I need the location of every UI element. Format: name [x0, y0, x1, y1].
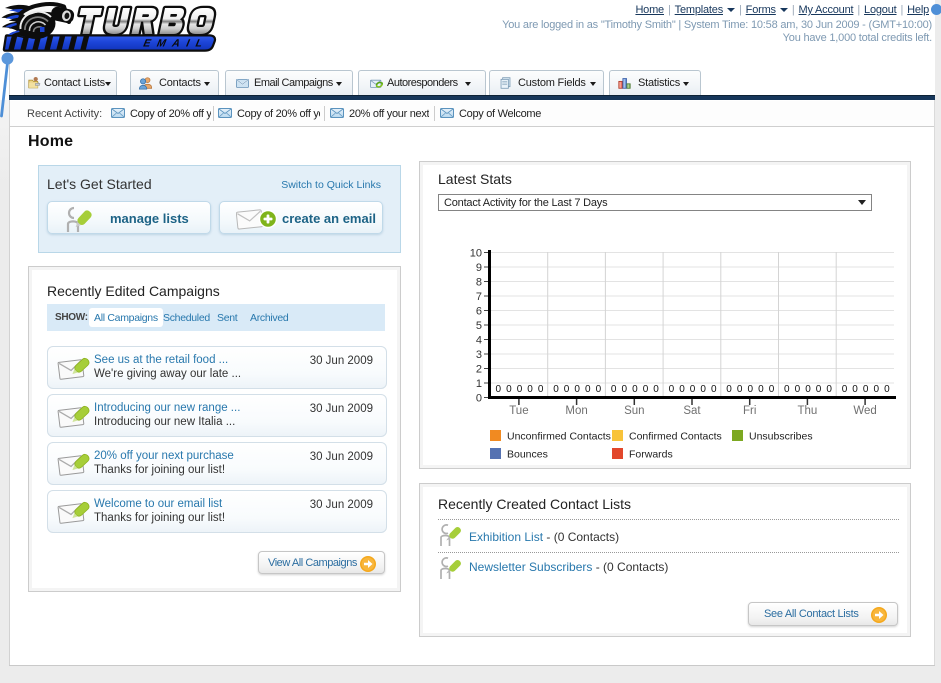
svg-text:0: 0 — [737, 384, 743, 395]
svg-text:1: 1 — [476, 378, 482, 390]
svg-text:0: 0 — [795, 384, 801, 395]
svg-text:0: 0 — [517, 384, 523, 395]
svg-text:0: 0 — [805, 384, 811, 395]
svg-text:0: 0 — [564, 384, 570, 395]
svg-text:0: 0 — [711, 384, 717, 395]
svg-text:0: 0 — [748, 384, 754, 395]
svg-text:0: 0 — [622, 384, 628, 395]
svg-text:0: 0 — [585, 384, 591, 395]
svg-text:8: 8 — [476, 277, 482, 289]
svg-text:9: 9 — [476, 262, 482, 274]
svg-text:Fri: Fri — [743, 405, 756, 417]
svg-text:5: 5 — [476, 320, 482, 332]
svg-text:0: 0 — [690, 384, 696, 395]
svg-text:0: 0 — [506, 384, 512, 395]
svg-text:7: 7 — [476, 291, 482, 303]
svg-text:0: 0 — [496, 384, 502, 395]
svg-text:0: 0 — [769, 384, 775, 395]
svg-text:Bounces: Bounces — [507, 449, 548, 461]
svg-text:0: 0 — [669, 384, 675, 395]
svg-text:0: 0 — [758, 384, 764, 395]
svg-text:0: 0 — [842, 384, 848, 395]
svg-text:0: 0 — [653, 384, 659, 395]
svg-text:0: 0 — [596, 384, 602, 395]
svg-text:4: 4 — [476, 335, 482, 347]
svg-text:Wed: Wed — [853, 405, 876, 417]
svg-text:2: 2 — [476, 364, 482, 376]
svg-text:0: 0 — [784, 384, 790, 395]
svg-text:0: 0 — [726, 384, 732, 395]
svg-text:10: 10 — [470, 248, 482, 260]
svg-text:0: 0 — [884, 384, 890, 395]
svg-text:Unconfirmed Contacts: Unconfirmed Contacts — [507, 431, 611, 443]
svg-text:0: 0 — [643, 384, 649, 395]
svg-text:0: 0 — [538, 384, 544, 395]
svg-text:0: 0 — [863, 384, 869, 395]
svg-text:3: 3 — [476, 349, 482, 361]
svg-text:0: 0 — [553, 384, 559, 395]
svg-text:Thu: Thu — [797, 405, 817, 417]
svg-text:Unsubscribes: Unsubscribes — [749, 431, 813, 443]
svg-text:Forwards: Forwards — [629, 449, 673, 461]
svg-text:0: 0 — [574, 384, 580, 395]
svg-text:0: 0 — [476, 393, 482, 405]
svg-text:0: 0 — [700, 384, 706, 395]
svg-text:Confirmed Contacts: Confirmed Contacts — [629, 431, 722, 443]
svg-text:0: 0 — [852, 384, 858, 395]
svg-text:0: 0 — [632, 384, 638, 395]
svg-text:0: 0 — [826, 384, 832, 395]
svg-text:0: 0 — [611, 384, 617, 395]
svg-text:EMAIL: EMAIL — [142, 38, 210, 50]
svg-text:6: 6 — [476, 306, 482, 318]
svg-text:Tue: Tue — [509, 405, 528, 417]
svg-text:Sun: Sun — [624, 405, 644, 417]
svg-text:0: 0 — [527, 384, 533, 395]
svg-text:0: 0 — [816, 384, 822, 395]
svg-text:0: 0 — [874, 384, 880, 395]
svg-text:Mon: Mon — [565, 405, 587, 417]
svg-text:Sat: Sat — [683, 405, 701, 417]
svg-text:0: 0 — [679, 384, 685, 395]
